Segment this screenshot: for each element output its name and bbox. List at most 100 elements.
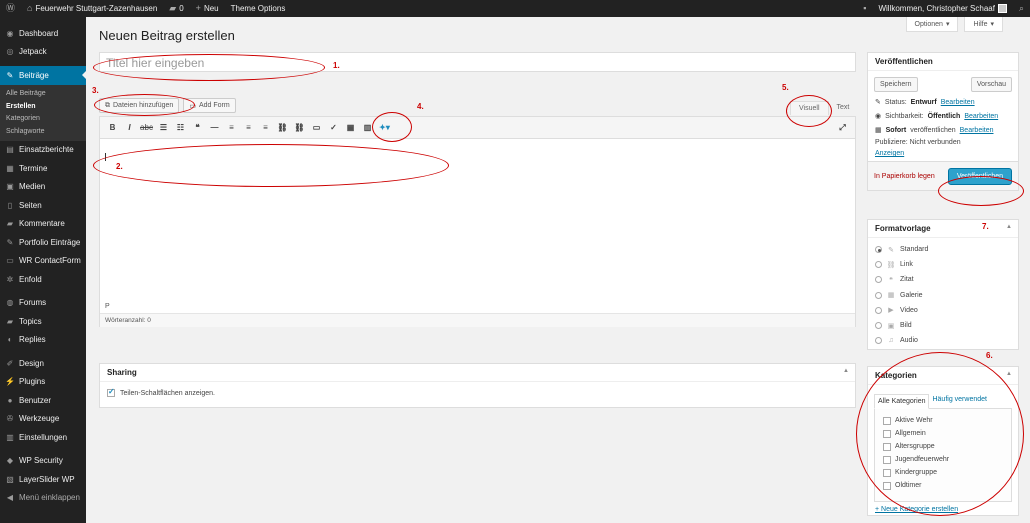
sharing-checkbox[interactable]: [107, 387, 115, 397]
toolbar-toggle-button[interactable]: ▦: [342, 121, 359, 135]
new-content-link[interactable]: + Neu: [190, 0, 225, 17]
menu-portfolio[interactable]: ✎ Portfolio Einträge: [0, 233, 86, 252]
submenu-categories[interactable]: Kategorien: [0, 113, 86, 126]
format-option[interactable]: ▶ Video: [868, 303, 1018, 318]
radio-button[interactable]: [875, 322, 882, 330]
spellcheck-button[interactable]: ✓: [325, 121, 342, 135]
radio-button[interactable]: [875, 291, 882, 299]
collapse-arrow-icon[interactable]: ▲: [1006, 371, 1012, 377]
menu-label: WR ContactForm: [19, 256, 81, 266]
horizontal-line-button[interactable]: —: [206, 121, 223, 135]
topic-icon: ▰: [6, 316, 14, 326]
sharing-header[interactable]: Sharing ▲: [100, 364, 855, 382]
menu-settings[interactable]: ▥ Einstellungen: [0, 428, 86, 447]
menu-label: WP Security: [19, 456, 63, 466]
menu-design[interactable]: ✐ Design: [0, 354, 86, 373]
format-option[interactable]: ⛓ Link: [868, 257, 1018, 272]
add-form-label: Add Form: [198, 102, 230, 109]
annotation-label: 1.: [333, 61, 340, 70]
comments-link[interactable]: ▰ 0: [163, 0, 189, 17]
menu-replies[interactable]: ◐ Replies: [0, 331, 86, 350]
publicize-show-link[interactable]: Anzeigen: [875, 150, 904, 157]
radio-button[interactable]: [875, 276, 882, 284]
more-tag-button[interactable]: ▭: [308, 121, 325, 135]
editor-toolbar: B I abc ☰ ☷ ❝ — ≡ ≡ ≡ ⛓ ⛓ ▭ ✓ ▦ ▥ ✦▾ ⤢: [100, 117, 855, 139]
move-to-trash-link[interactable]: In Papierkorb legen: [874, 173, 935, 180]
form-icon: ▭: [6, 256, 14, 266]
format-option[interactable]: ▦ Galerie: [868, 288, 1018, 303]
search-button[interactable]: ⌕: [1013, 0, 1030, 17]
menu-forums[interactable]: ◍ Forums: [0, 294, 86, 313]
menu-label: LayerSlider WP: [19, 474, 75, 484]
bullet-list-button[interactable]: ☰: [155, 121, 172, 135]
menu-enfold[interactable]: ✲ Enfold: [0, 270, 86, 289]
preview-button[interactable]: Vorschau: [970, 77, 1012, 92]
collapse-arrow-icon[interactable]: ▲: [843, 368, 849, 374]
edit-visibility-link[interactable]: Bearbeiten: [964, 113, 998, 120]
menu-topics[interactable]: ▰ Topics: [0, 312, 86, 331]
save-draft-button[interactable]: Speichern: [874, 77, 918, 92]
submenu-tags[interactable]: Schlagworte: [0, 125, 86, 138]
menu-tools[interactable]: ✇ Werkzeuge: [0, 410, 86, 429]
menu-media[interactable]: ▣ Medien: [0, 178, 86, 197]
align-center-button[interactable]: ≡: [240, 121, 257, 135]
collapse-arrow-icon[interactable]: ▲: [1006, 224, 1012, 230]
publish-header[interactable]: Veröffentlichen: [868, 53, 1018, 71]
edit-status-link[interactable]: Bearbeiten: [941, 99, 975, 106]
radio-button[interactable]: [875, 337, 882, 345]
menu-plugins[interactable]: ⚡ Plugins: [0, 373, 86, 392]
theme-options-link[interactable]: Theme Options: [225, 0, 292, 17]
format-label: Audio: [900, 337, 918, 345]
help-button[interactable]: Hilfe ▾: [964, 17, 1003, 32]
menu-posts[interactable]: ✎ Beiträge: [0, 66, 86, 85]
notifications-button[interactable]: ▪: [857, 0, 872, 17]
gallery-icon: ▦: [887, 292, 895, 300]
format-option[interactable]: ✎ Standard: [868, 242, 1018, 257]
radio-button[interactable]: [875, 246, 882, 254]
menu-wp-security[interactable]: ◆ WP Security: [0, 452, 86, 471]
format-option[interactable]: ♫ Audio: [868, 333, 1018, 348]
menu-layerslider[interactable]: ▧ LayerSlider WP: [0, 470, 86, 489]
screen-options-button[interactable]: Optionen ▾: [905, 17, 959, 32]
tab-text[interactable]: Text: [829, 101, 858, 115]
format-title: Formatvorlage: [875, 224, 931, 233]
format-option[interactable]: ❝ Zitat: [868, 272, 1018, 287]
search-icon: ⌕: [1018, 3, 1024, 13]
submenu-add-new[interactable]: Erstellen: [0, 100, 86, 113]
my-account-link[interactable]: Willkommen, Christopher Schaaf: [872, 0, 1012, 17]
edit-schedule-link[interactable]: Bearbeiten: [960, 127, 994, 134]
menu-jetpack[interactable]: ◎ Jetpack: [0, 43, 86, 62]
menu-comments[interactable]: ▰ Kommentare: [0, 215, 86, 234]
strikethrough-button[interactable]: abc: [138, 121, 155, 135]
radio-button[interactable]: [875, 261, 882, 269]
schedule-value: Sofort: [885, 126, 907, 134]
site-name-link[interactable]: ⌂ Feuerwehr Stuttgart-Zazenhausen: [21, 0, 163, 17]
menu-collapse[interactable]: ◀ Menü einklappen: [0, 489, 86, 508]
menu-users[interactable]: ● Benutzer: [0, 391, 86, 410]
numbered-list-button[interactable]: ☷: [172, 121, 189, 135]
menu-termine[interactable]: ▦ Termine: [0, 159, 86, 178]
align-left-button[interactable]: ≡: [223, 121, 240, 135]
wordpress-logo[interactable]: Ⓦ: [0, 0, 21, 17]
menu-wr-contactform[interactable]: ▭ WR ContactForm: [0, 252, 86, 271]
menu-label: Jetpack: [19, 47, 47, 57]
remove-link-button[interactable]: ⛓: [291, 121, 308, 135]
format-label: Standard: [900, 246, 929, 254]
admin-sidebar: ◉ Dashboard ◎ Jetpack ✎ Beiträge Alle Beitr…: [0, 17, 86, 523]
format-option[interactable]: ▣ Bild: [868, 318, 1018, 333]
menu-einsatzberichte[interactable]: ▤ Einsatzberichte: [0, 141, 86, 160]
menu-pages[interactable]: ▯ Seiten: [0, 196, 86, 215]
italic-button[interactable]: I: [121, 121, 138, 135]
blockquote-button[interactable]: ❝: [189, 121, 206, 135]
status-label: Status:: [884, 98, 907, 106]
format-header[interactable]: Formatvorlage ▲: [868, 220, 1018, 238]
admin-bar: Ⓦ ⌂ Feuerwehr Stuttgart-Zazenhausen ▰ 0 + N…: [0, 0, 1030, 17]
annotation-ellipse: [372, 112, 412, 142]
radio-button[interactable]: [875, 306, 882, 314]
menu-dashboard[interactable]: ◉ Dashboard: [0, 24, 86, 43]
submenu-all-posts[interactable]: Alle Beiträge: [0, 88, 86, 101]
bold-button[interactable]: B: [104, 121, 121, 135]
insert-link-button[interactable]: ⛓: [274, 121, 291, 135]
align-right-button[interactable]: ≡: [257, 121, 274, 135]
fullscreen-button[interactable]: ⤢: [834, 121, 851, 135]
